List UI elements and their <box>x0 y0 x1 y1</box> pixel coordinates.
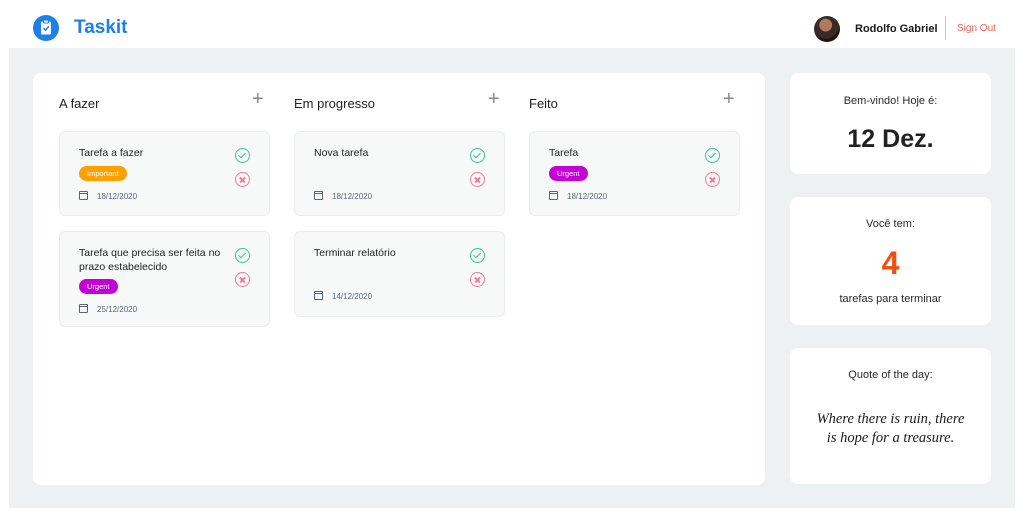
calendar-icon <box>314 291 323 300</box>
delete-x-icon[interactable] <box>470 172 485 187</box>
task-card[interactable]: Tarefa que precisa ser feita no prazo es… <box>59 231 270 327</box>
task-title: Tarefa a fazer <box>79 147 144 159</box>
welcome-label: Bem-vindo! Hoje é: <box>843 95 938 107</box>
task-date-row: 25/12/2020 <box>79 304 137 314</box>
header-divider <box>945 16 946 40</box>
task-card[interactable]: Terminar relatório 14/12/2020 <box>294 231 505 317</box>
complete-check-icon[interactable] <box>705 148 720 163</box>
task-board: A fazer + Tarefa a fazer Important 18/12… <box>33 73 765 485</box>
quote-text: Where there is ruin, there is hope for a… <box>816 411 965 446</box>
pending-tasks-panel: Você tem: 4 tarefas para terminar <box>790 197 991 325</box>
column-title: A fazer <box>59 96 100 111</box>
pending-count: 4 <box>881 245 900 281</box>
task-date: 18/12/2020 <box>567 192 608 201</box>
task-date-row: 18/12/2020 <box>79 191 137 201</box>
task-date-row: 18/12/2020 <box>314 191 372 201</box>
quote-label: Quote of the day: <box>848 369 933 381</box>
task-date: 14/12/2020 <box>332 292 373 301</box>
complete-check-icon[interactable] <box>470 148 485 163</box>
important-badge: Important <box>79 166 127 181</box>
task-title: Nova tarefa <box>314 147 369 159</box>
today-date: 12 Dez. <box>847 125 934 153</box>
urgent-badge: Urgent <box>79 279 118 294</box>
task-title: Tarefa que precisa ser feita no prazo es… <box>79 247 221 273</box>
complete-check-icon[interactable] <box>235 248 250 263</box>
add-task-button[interactable]: + <box>723 89 735 109</box>
calendar-icon <box>549 191 558 200</box>
quote-panel: Quote of the day: Where there is ruin, t… <box>790 348 991 484</box>
calendar-icon <box>79 304 88 313</box>
task-card[interactable]: Tarefa a fazer Important 18/12/2020 <box>59 131 270 216</box>
pending-label: Você tem: <box>866 218 915 230</box>
welcome-panel: Bem-vindo! Hoje é: 12 Dez. <box>790 73 991 174</box>
app-name[interactable]: Taskit <box>74 17 128 39</box>
task-card[interactable]: Tarefa Urgent 18/12/2020 <box>529 131 740 216</box>
user-avatar[interactable] <box>814 16 840 42</box>
add-task-button[interactable]: + <box>252 89 264 109</box>
complete-check-icon[interactable] <box>470 248 485 263</box>
delete-x-icon[interactable] <box>235 172 250 187</box>
task-title: Terminar relatório <box>314 247 396 259</box>
complete-check-icon[interactable] <box>235 148 250 163</box>
column-title: Em progresso <box>294 96 375 111</box>
column-title: Feito <box>529 96 558 111</box>
task-date-row: 14/12/2020 <box>314 291 372 301</box>
pending-suffix: tarefas para terminar <box>839 293 942 305</box>
calendar-icon <box>314 191 323 200</box>
task-title: Tarefa <box>549 147 579 159</box>
sign-out-link[interactable]: Sign Out <box>957 23 996 34</box>
task-date: 18/12/2020 <box>97 192 138 201</box>
task-date-row: 18/12/2020 <box>549 191 607 201</box>
urgent-badge: Urgent <box>549 166 588 181</box>
delete-x-icon[interactable] <box>470 272 485 287</box>
top-header: Taskit Rodolfo Gabriel Sign Out <box>0 0 1024 48</box>
task-card[interactable]: Nova tarefa 18/12/2020 <box>294 131 505 216</box>
task-date: 25/12/2020 <box>97 305 138 314</box>
delete-x-icon[interactable] <box>235 272 250 287</box>
add-task-button[interactable]: + <box>488 89 500 109</box>
clipboard-check-logo-icon[interactable] <box>33 15 59 41</box>
calendar-icon <box>79 191 88 200</box>
task-date: 18/12/2020 <box>332 192 373 201</box>
delete-x-icon[interactable] <box>705 172 720 187</box>
user-name: Rodolfo Gabriel <box>855 23 938 35</box>
